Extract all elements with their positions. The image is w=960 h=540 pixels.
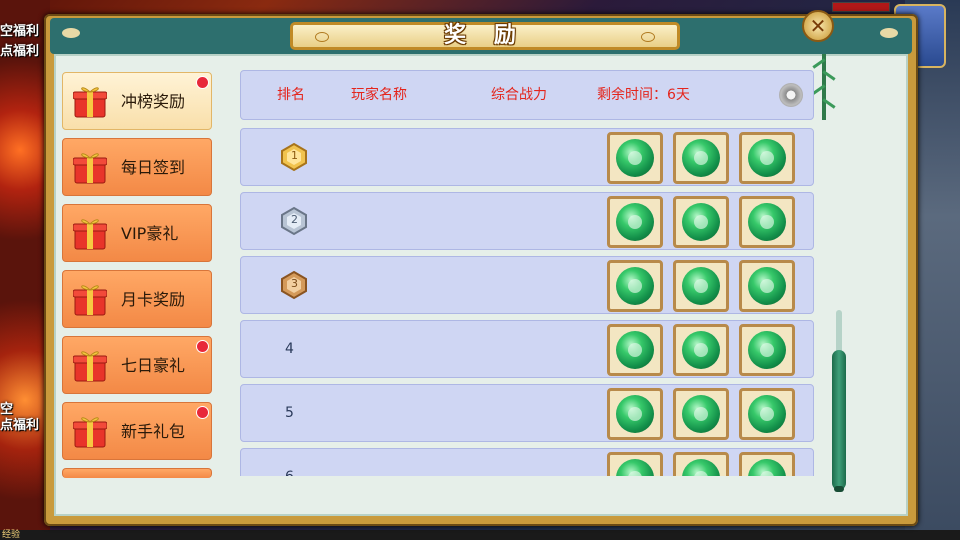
jade-pendant-icon <box>616 203 654 241</box>
gift-box-icon <box>73 153 107 184</box>
jade-pendant-icon <box>682 139 720 177</box>
hp-bar <box>832 2 890 12</box>
notification-dot <box>196 406 209 419</box>
tab-label: 七日豪礼 <box>121 356 186 375</box>
tab-label: VIP豪礼 <box>121 224 179 243</box>
game-scene-left <box>0 0 50 540</box>
jade-pendant-icon <box>682 203 720 241</box>
rank-number: 4 <box>285 341 294 357</box>
tab-label: 冲榜奖励 <box>121 92 186 111</box>
jade-pendant-icon <box>616 395 654 433</box>
jade-pendant-icon <box>616 459 654 476</box>
jade-pendant-icon <box>682 331 720 369</box>
scrollbar-cap <box>834 486 844 492</box>
event-banner-text: 点福利 <box>0 418 40 433</box>
event-banner-text: 空福利 <box>0 24 40 39</box>
reward-item[interactable] <box>739 132 795 184</box>
reward-item[interactable] <box>607 260 663 312</box>
reward-item[interactable] <box>673 388 729 440</box>
close-icon: ✕ <box>809 14 827 38</box>
reward-item[interactable] <box>673 132 729 184</box>
gift-box-icon <box>73 87 107 118</box>
jade-pendant-icon <box>616 331 654 369</box>
header-rank: 排名 <box>277 87 305 103</box>
notification-dot <box>196 76 209 89</box>
rank-number: 5 <box>285 405 294 421</box>
jade-pendant-icon <box>682 459 720 476</box>
tab-vip-gift[interactable]: VIP豪礼 <box>62 204 212 262</box>
scrollbar-thumb[interactable] <box>832 350 846 490</box>
gear-icon[interactable] <box>779 83 803 107</box>
reward-item[interactable] <box>739 388 795 440</box>
gift-box-icon <box>73 219 107 250</box>
tab-monthly-card[interactable]: 月卡奖励 <box>62 270 212 328</box>
bamboo-decoration-icon <box>812 54 836 120</box>
reward-item[interactable] <box>607 196 663 248</box>
rank-number: 6 <box>285 449 294 476</box>
ornament-icon <box>880 28 898 38</box>
ranking-list[interactable]: 1 2 3 4 5 6 <box>240 128 816 476</box>
jade-pendant-icon <box>748 459 786 476</box>
reward-item[interactable] <box>673 196 729 248</box>
rank-number: 2 <box>291 213 298 226</box>
rank-number: 3 <box>291 277 298 290</box>
jade-pendant-icon <box>682 267 720 305</box>
tab-partial[interactable] <box>62 468 212 478</box>
title-plate: 奖 励 <box>290 22 680 50</box>
exp-label: 经验 <box>2 530 21 540</box>
header-player-name: 玩家名称 <box>351 87 407 103</box>
jade-pendant-icon <box>616 139 654 177</box>
tab-label: 每日签到 <box>121 158 186 177</box>
reward-item[interactable] <box>607 388 663 440</box>
ranking-row: 4 <box>240 320 814 378</box>
reward-item[interactable] <box>673 452 729 476</box>
gift-box-icon <box>73 285 107 316</box>
gift-box-icon <box>73 351 107 382</box>
reward-item[interactable] <box>739 452 795 476</box>
ranking-row: 6 <box>240 448 814 476</box>
reward-item[interactable] <box>607 452 663 476</box>
ranking-row: 2 <box>240 192 814 250</box>
close-button[interactable]: ✕ <box>802 10 834 42</box>
jade-pendant-icon <box>748 331 786 369</box>
ornament-icon <box>641 32 655 42</box>
list-scrollbar[interactable] <box>830 310 848 496</box>
tab-newbie-pack[interactable]: 新手礼包 <box>62 402 212 460</box>
tab-daily-checkin[interactable]: 每日签到 <box>62 138 212 196</box>
jade-pendant-icon <box>682 395 720 433</box>
reward-item[interactable] <box>607 132 663 184</box>
ranking-row: 3 <box>240 256 814 314</box>
tab-rank-reward[interactable]: 冲榜奖励 <box>62 72 212 130</box>
gift-box-icon <box>73 417 107 448</box>
rank-number: 1 <box>291 149 298 162</box>
reward-item[interactable] <box>739 260 795 312</box>
reward-item[interactable] <box>739 324 795 376</box>
ornament-icon <box>315 32 329 42</box>
jade-pendant-icon <box>748 203 786 241</box>
jade-pendant-icon <box>748 267 786 305</box>
jade-pendant-icon <box>616 267 654 305</box>
ranking-row: 5 <box>240 384 814 442</box>
ornament-icon <box>62 28 80 38</box>
header-time-left: 剩余时间：6天 <box>597 87 690 103</box>
ranking-row: 1 <box>240 128 814 186</box>
event-banner-text: 点福利 <box>0 44 40 59</box>
tab-seven-day-gift[interactable]: 七日豪礼 <box>62 336 212 394</box>
page-title: 奖 励 <box>444 23 526 48</box>
notification-dot <box>196 340 209 353</box>
reward-item[interactable] <box>673 260 729 312</box>
tab-label: 月卡奖励 <box>121 290 186 309</box>
reward-item[interactable] <box>607 324 663 376</box>
reward-item[interactable] <box>739 196 795 248</box>
ranking-header: 排名 玩家名称 综合战力 剩余时间：6天 <box>240 70 814 120</box>
jade-pendant-icon <box>748 395 786 433</box>
header-combat-power: 综合战力 <box>491 87 547 103</box>
tab-label: 新手礼包 <box>121 422 186 441</box>
jade-pendant-icon <box>748 139 786 177</box>
exp-bar <box>0 530 960 540</box>
reward-item[interactable] <box>673 324 729 376</box>
